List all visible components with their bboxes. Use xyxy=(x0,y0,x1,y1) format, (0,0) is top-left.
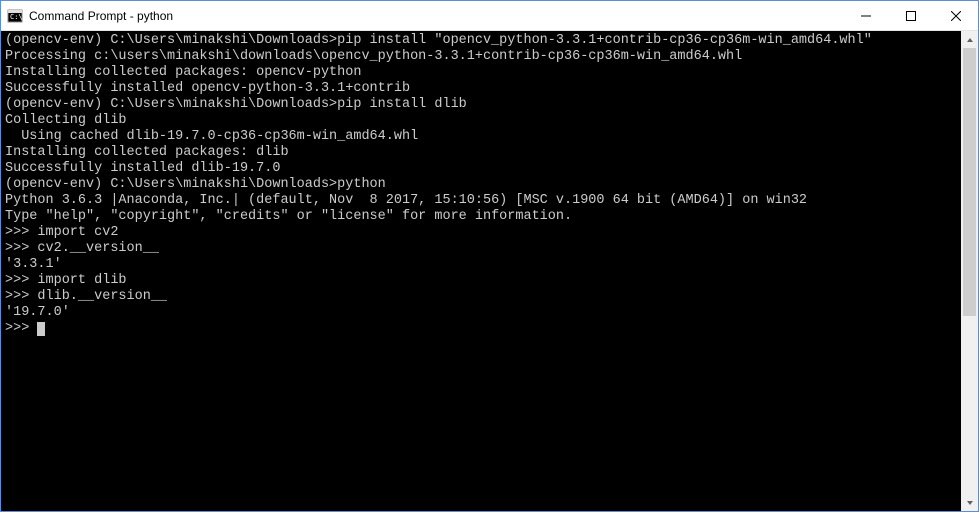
maximize-button[interactable] xyxy=(888,1,933,30)
cursor xyxy=(37,322,45,336)
scroll-thumb[interactable] xyxy=(963,48,976,316)
terminal-output[interactable]: (opencv-env) C:\Users\minakshi\Downloads… xyxy=(1,31,961,511)
scroll-track[interactable] xyxy=(961,48,978,494)
titlebar[interactable]: C:\ Command Prompt - python xyxy=(1,1,978,31)
command-prompt-window: C:\ Command Prompt - python (opencv-env)… xyxy=(0,0,979,512)
terminal-line: (opencv-env) C:\Users\minakshi\Downloads… xyxy=(5,177,957,193)
minimize-button[interactable] xyxy=(843,1,888,30)
close-button[interactable] xyxy=(933,1,978,30)
terminal-line: Processing c:\users\minakshi\downloads\o… xyxy=(5,49,957,65)
terminal-line: Using cached dlib-19.7.0-cp36-cp36m-win_… xyxy=(5,129,957,145)
window-title: Command Prompt - python xyxy=(29,9,843,23)
terminal-line: (opencv-env) C:\Users\minakshi\Downloads… xyxy=(5,97,957,113)
terminal-line: Installing collected packages: dlib xyxy=(5,145,957,161)
terminal-line: Successfully installed opencv-python-3.3… xyxy=(5,81,957,97)
terminal-line: >>> import dlib xyxy=(5,273,957,289)
window-controls xyxy=(843,1,978,30)
terminal-line: Installing collected packages: opencv-py… xyxy=(5,65,957,81)
terminal-line: Successfully installed dlib-19.7.0 xyxy=(5,161,957,177)
terminal-line: '3.3.1' xyxy=(5,257,957,273)
vertical-scrollbar[interactable] xyxy=(961,31,978,511)
terminal-line: Type "help", "copyright", "credits" or "… xyxy=(5,209,957,225)
scroll-down-arrow-icon[interactable] xyxy=(961,494,978,511)
scroll-up-arrow-icon[interactable] xyxy=(961,31,978,48)
terminal-line: (opencv-env) C:\Users\minakshi\Downloads… xyxy=(5,33,957,49)
terminal-line: >>> xyxy=(5,321,957,337)
svg-text:C:\: C:\ xyxy=(10,13,23,21)
terminal-line: Python 3.6.3 |Anaconda, Inc.| (default, … xyxy=(5,193,957,209)
cmd-icon: C:\ xyxy=(7,8,23,24)
terminal-line: >>> dlib.__version__ xyxy=(5,289,957,305)
terminal-area: (opencv-env) C:\Users\minakshi\Downloads… xyxy=(1,31,978,511)
terminal-line: >>> cv2.__version__ xyxy=(5,241,957,257)
terminal-line: '19.7.0' xyxy=(5,305,957,321)
terminal-line: Collecting dlib xyxy=(5,113,957,129)
terminal-line: >>> import cv2 xyxy=(5,225,957,241)
